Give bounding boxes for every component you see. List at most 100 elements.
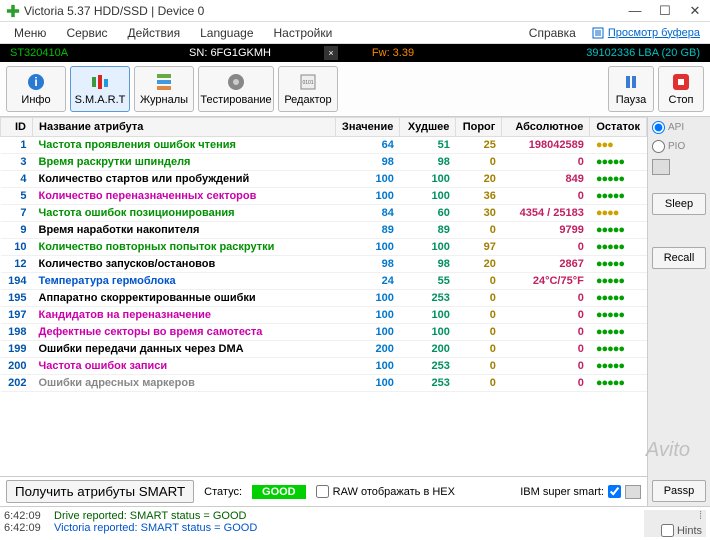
cell-threshold: 0 xyxy=(456,222,502,239)
table-row[interactable]: 195Аппаратно скорректированные ошибки100… xyxy=(1,290,647,307)
cell-health: ●●●●● xyxy=(590,290,647,307)
maximize-button[interactable]: ☐ xyxy=(650,0,680,22)
cell-name: Время наработки накопителя xyxy=(33,222,336,239)
table-row[interactable]: 194Температура гермоблока2455024°C/75°F●… xyxy=(1,273,647,290)
cell-threshold: 25 xyxy=(456,137,502,154)
table-row[interactable]: 10Количество повторных попыток раскрутки… xyxy=(1,239,647,256)
cell-name: Количество повторных попыток раскрутки xyxy=(33,239,336,256)
ibm-color-box[interactable] xyxy=(625,485,641,499)
device-close-icon[interactable]: × xyxy=(324,46,338,60)
menu-language[interactable]: Language xyxy=(190,23,263,43)
table-row[interactable]: 7Частота ошибок позиционирования84603043… xyxy=(1,205,647,222)
cell-health: ●●●●● xyxy=(590,171,647,188)
cell-name: Кандидатов на переназначение xyxy=(33,307,336,324)
info-icon: i xyxy=(26,72,46,92)
table-row[interactable]: 200Частота ошибок записи10025300●●●●● xyxy=(1,358,647,375)
testing-icon xyxy=(226,72,246,92)
cell-id: 198 xyxy=(1,324,33,341)
smart-table: ID Название атрибута Значение Худшее Пор… xyxy=(0,117,647,392)
cell-id: 202 xyxy=(1,375,33,392)
cell-raw: 0 xyxy=(502,375,590,392)
cell-name: Количество запусков/остановов xyxy=(33,256,336,273)
cell-worst: 100 xyxy=(400,188,456,205)
smart-table-scroll[interactable]: ID Название атрибута Значение Худшее Пор… xyxy=(0,117,647,476)
cell-id: 194 xyxy=(1,273,33,290)
log-side-panel: ⁞ Hints xyxy=(644,510,706,537)
get-smart-button[interactable]: Получить атрибуты SMART xyxy=(6,480,194,503)
tab-info[interactable]: i Инфо xyxy=(6,66,66,112)
api-label: API xyxy=(668,122,684,133)
ibm-checkbox[interactable] xyxy=(608,485,621,498)
tab-editor[interactable]: 0101 Редактор xyxy=(278,66,338,112)
table-row[interactable]: 1Частота проявления ошибок чтения6451251… xyxy=(1,137,647,154)
passp-button[interactable]: Passp xyxy=(652,480,706,502)
sleep-button[interactable]: Sleep xyxy=(652,193,706,215)
cell-name: Ошибки передачи данных через DMA xyxy=(33,341,336,358)
log-time: 6:42:09 xyxy=(4,510,54,522)
cell-threshold: 97 xyxy=(456,239,502,256)
col-health[interactable]: Остаток xyxy=(590,118,647,137)
col-worst[interactable]: Худшее xyxy=(400,118,456,137)
menu-help[interactable]: Справка xyxy=(519,23,586,43)
cell-value: 100 xyxy=(335,324,399,341)
side-panel: API PIO Sleep Recall Passp xyxy=(648,117,710,506)
cell-id: 200 xyxy=(1,358,33,375)
cell-worst: 253 xyxy=(400,375,456,392)
col-threshold[interactable]: Порог xyxy=(456,118,502,137)
cell-value: 100 xyxy=(335,239,399,256)
pause-label: Пауза xyxy=(616,94,647,106)
table-row[interactable]: 202Ошибки адресных маркеров10025300●●●●● xyxy=(1,375,647,392)
raw-hex-input[interactable] xyxy=(316,485,329,498)
cell-raw: 0 xyxy=(502,324,590,341)
pio-radio[interactable]: PIO xyxy=(652,140,706,153)
table-row[interactable]: 4Количество стартов или пробуждений10010… xyxy=(1,171,647,188)
menu-actions[interactable]: Действия xyxy=(118,23,191,43)
buffer-label: Просмотр буфера xyxy=(608,27,700,39)
tab-smart[interactable]: S.M.A.R.T xyxy=(70,66,130,112)
table-row[interactable]: 197Кандидатов на переназначение10010000●… xyxy=(1,307,647,324)
cell-threshold: 0 xyxy=(456,375,502,392)
api-radio[interactable]: API xyxy=(652,121,706,134)
recall-button[interactable]: Recall xyxy=(652,247,706,269)
cell-health: ●●●●● xyxy=(590,222,647,239)
app-icon xyxy=(6,4,20,18)
cell-raw: 24°C/75°F xyxy=(502,273,590,290)
col-raw[interactable]: Абсолютное xyxy=(502,118,590,137)
pause-button[interactable]: Пауза xyxy=(608,66,654,112)
table-row[interactable]: 199Ошибки передачи данных через DMA20020… xyxy=(1,341,647,358)
side-color-box[interactable] xyxy=(652,159,670,175)
cell-value: 84 xyxy=(335,205,399,222)
view-buffer-link[interactable]: Просмотр буфера xyxy=(586,27,706,39)
table-row[interactable]: 12Количество запусков/остановов989820286… xyxy=(1,256,647,273)
menu-menu[interactable]: Меню xyxy=(4,23,56,43)
close-button[interactable]: ✕ xyxy=(680,0,710,22)
cell-worst: 98 xyxy=(400,154,456,171)
menu-settings[interactable]: Настройки xyxy=(264,23,343,43)
cell-worst: 60 xyxy=(400,205,456,222)
titlebar: Victoria 5.37 HDD/SSD | Device 0 — ☐ ✕ xyxy=(0,0,710,22)
table-row[interactable]: 198Дефектные секторы во время самотеста1… xyxy=(1,324,647,341)
table-row[interactable]: 5Количество переназначенных секторов1001… xyxy=(1,188,647,205)
cell-id: 5 xyxy=(1,188,33,205)
cell-value: 100 xyxy=(335,188,399,205)
stop-button[interactable]: Стоп xyxy=(658,66,704,112)
raw-hex-checkbox[interactable]: RAW отображать в HEX xyxy=(316,485,455,498)
cell-worst: 98 xyxy=(400,256,456,273)
cell-raw: 2867 xyxy=(502,256,590,273)
tab-testing[interactable]: Тестирование xyxy=(198,66,274,112)
svg-text:0101: 0101 xyxy=(302,80,313,86)
col-value[interactable]: Значение xyxy=(335,118,399,137)
minimize-button[interactable]: — xyxy=(620,0,650,22)
col-name[interactable]: Название атрибута xyxy=(33,118,336,137)
menu-service[interactable]: Сервис xyxy=(56,23,117,43)
cell-health: ●●●●● xyxy=(590,188,647,205)
table-row[interactable]: 9Время наработки накопителя898909799●●●●… xyxy=(1,222,647,239)
tab-journals[interactable]: Журналы xyxy=(134,66,194,112)
window-title: Victoria 5.37 HDD/SSD | Device 0 xyxy=(24,4,620,18)
col-id[interactable]: ID xyxy=(1,118,33,137)
cell-name: Количество переназначенных секторов xyxy=(33,188,336,205)
table-row[interactable]: 3Время раскрутки шпинделя989800●●●●● xyxy=(1,154,647,171)
hints-checkbox[interactable]: Hints xyxy=(661,524,702,537)
window-controls: — ☐ ✕ xyxy=(620,0,710,22)
cell-id: 1 xyxy=(1,137,33,154)
